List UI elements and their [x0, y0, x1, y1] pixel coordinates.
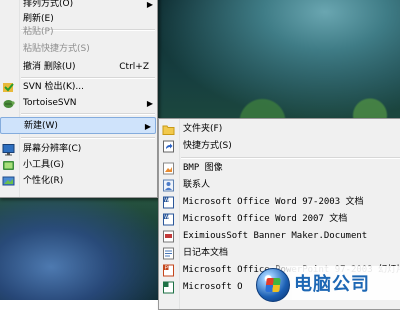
menu-separator: [21, 137, 155, 139]
menu-item-label: 日记本文档: [183, 248, 229, 258]
banner-maker-icon: [162, 230, 175, 243]
tortoisesvn-icon: [2, 97, 15, 110]
menu-separator: [21, 113, 155, 115]
menu-item-undo-delete[interactable]: 撤消 删除(U) Ctrl+Z: [0, 59, 157, 76]
menu-item-svn-checkout[interactable]: SVN 检出(K)...: [0, 79, 157, 96]
submenu-item-folder[interactable]: 文件夹(F): [159, 121, 400, 138]
menu-item-label: 粘贴快捷方式(S): [23, 44, 90, 54]
desktop-context-menu: 排列方式(O) ▶ 刷新(E) 粘贴(P) 粘贴快捷方式(S) 撤消 删除(U)…: [0, 0, 158, 198]
contact-icon: [162, 179, 175, 192]
shortcut-icon: [162, 140, 175, 153]
svn-checkout-icon: [2, 81, 15, 94]
watermark-text: 电脑公司: [294, 274, 370, 295]
submenu-arrow-icon: ▶: [146, 99, 153, 108]
gadgets-icon: [2, 159, 15, 172]
menu-separator: [181, 157, 400, 159]
menu-item-label: Microsoft Office Word 2007 文档: [183, 214, 348, 224]
submenu-item-contact[interactable]: 联系人: [159, 177, 400, 194]
submenu-item-banner-maker[interactable]: EximiousSoft Banner Maker.Document: [159, 228, 400, 245]
menu-item-label: BMP 图像: [183, 163, 223, 173]
menu-item-tortoisesvn[interactable]: TortoiseSVN ▶: [0, 95, 157, 112]
menu-item-label: 联系人: [183, 180, 211, 190]
submenu-item-shortcut[interactable]: 快捷方式(S): [159, 138, 400, 155]
menu-item-label: SVN 检出(K)...: [23, 82, 84, 92]
menu-item-screen-resolution[interactable]: 屏幕分辨率(C): [0, 141, 157, 158]
bmp-icon: [162, 162, 175, 175]
menu-item-gadgets[interactable]: 小工具(G): [0, 157, 157, 174]
menu-item-shortcut: Ctrl+Z: [119, 62, 149, 72]
windows-flag-icon: [265, 278, 281, 292]
display-icon: [2, 143, 15, 156]
menu-item-paste[interactable]: 粘贴(P): [0, 24, 157, 41]
menu-item-label: 个性化(R): [23, 176, 64, 186]
menu-item-label: 撤消 删除(U): [23, 62, 76, 72]
menu-item-label: 快捷方式(S): [183, 141, 232, 151]
menu-item-label: 新建(W): [24, 121, 58, 131]
submenu-item-word-97-2003[interactable]: W Microsoft Office Word 97-2003 文档: [159, 194, 400, 211]
word-icon: W: [162, 213, 175, 226]
submenu-arrow-icon: ▶: [144, 122, 151, 131]
menu-item-paste-shortcut[interactable]: 粘贴快捷方式(S): [0, 41, 157, 58]
submenu-item-journal[interactable]: 日记本文档: [159, 245, 400, 262]
excel-icon: [162, 281, 175, 294]
folder-icon: [162, 123, 175, 136]
menu-item-label: EximiousSoft Banner Maker.Document: [183, 231, 368, 241]
watermark-logo: 电脑公司: [256, 266, 400, 302]
menu-item-label: Microsoft O: [183, 282, 243, 292]
word-icon: W: [162, 196, 175, 209]
menu-item-new[interactable]: 新建(W) ▶: [0, 117, 156, 134]
menu-item-label: TortoiseSVN: [23, 98, 77, 108]
menu-item-personalize[interactable]: 个性化(R): [0, 173, 157, 190]
menu-item-label: 粘贴(P): [23, 27, 54, 37]
personalize-icon: [2, 175, 15, 188]
submenu-item-bmp-image[interactable]: BMP 图像: [159, 160, 400, 177]
svg-text:W: W: [164, 198, 169, 204]
powerpoint-icon: P: [162, 264, 175, 277]
submenu-item-word-2007[interactable]: W Microsoft Office Word 2007 文档: [159, 211, 400, 228]
journal-icon: [162, 247, 175, 260]
wallpaper-glow: [0, 190, 170, 300]
svg-text:W: W: [164, 215, 169, 221]
menu-item-label: 文件夹(F): [183, 124, 223, 134]
menu-item-label: Microsoft Office Word 97-2003 文档: [183, 197, 364, 207]
menu-item-label: 小工具(G): [23, 160, 64, 170]
menu-item-label: 屏幕分辨率(C): [23, 144, 82, 154]
windows-orb-icon: [256, 268, 290, 302]
